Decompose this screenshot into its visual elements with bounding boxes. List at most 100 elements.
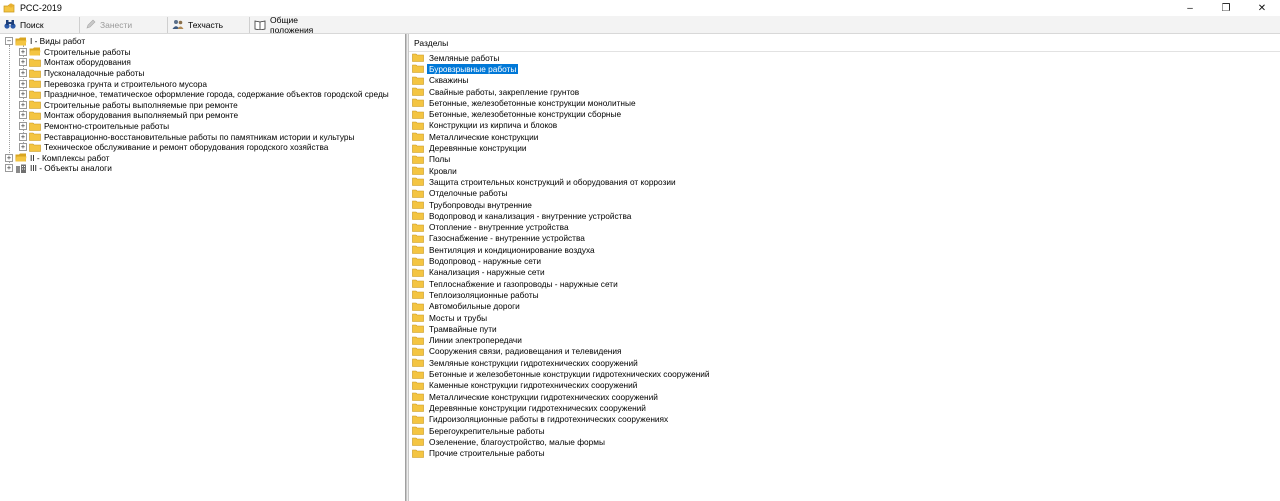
- list-item-label: Бетонные, железобетонные конструкции сбо…: [429, 109, 622, 120]
- list-item-label: Земляные конструкции гидротехнических со…: [429, 357, 638, 368]
- list-item[interactable]: Металлические конструкции гидротехническ…: [412, 391, 660, 402]
- folder-icon: [412, 279, 424, 288]
- expand-toggle[interactable]: +: [19, 122, 27, 131]
- open-folder-icon: [15, 37, 27, 46]
- list-item[interactable]: Канализация - наружные сети: [412, 267, 547, 278]
- list-item[interactable]: Каменные конструкции гидротехнических со…: [412, 380, 639, 391]
- list-item-label: Вентиляция и кондиционирование воздуха: [429, 244, 595, 255]
- expand-toggle[interactable]: +: [19, 143, 27, 152]
- list-item[interactable]: Отопление - внутренние устройства: [412, 222, 571, 233]
- folder-icon: [412, 313, 424, 322]
- open-folder-icon: [29, 47, 41, 56]
- window-title: РСС-2019: [20, 3, 62, 13]
- list-item-label: Деревянные конструкции: [429, 143, 527, 154]
- tree-node-root-types[interactable]: − I - Виды работ: [5, 36, 85, 47]
- folder-icon: [412, 449, 424, 458]
- list-item-label: Линии электропередачи: [429, 335, 522, 346]
- folder-icon: [412, 76, 424, 85]
- list-item[interactable]: Металлические конструкции: [412, 131, 540, 142]
- list-item[interactable]: Вентиляция и кондиционирование воздуха: [412, 244, 597, 255]
- tree-node[interactable]: + Техническое обслуживание и ремонт обор…: [19, 142, 328, 153]
- list-item-label: Водопровод - наружные сети: [429, 256, 541, 267]
- list-item[interactable]: Прочие строительные работы: [412, 448, 547, 459]
- enter-button[interactable]: Занести: [80, 16, 168, 33]
- list-item[interactable]: Водопровод - наружные сети: [412, 255, 543, 266]
- list-item[interactable]: Сооружения связи, радиовещания и телевид…: [412, 346, 624, 357]
- folder-icon: [412, 324, 424, 334]
- list-item[interactable]: Деревянные конструкции: [412, 142, 529, 153]
- list-item[interactable]: Линии электропередачи: [412, 335, 524, 346]
- expand-toggle[interactable]: +: [5, 164, 13, 173]
- tree-pane[interactable]: − I - Виды работ + Строительные работы +…: [0, 34, 406, 501]
- search-button[interactable]: Поиск: [0, 16, 80, 33]
- list-item[interactable]: Земляные работы: [412, 52, 501, 63]
- list-item-label: Сооружения связи, радиовещания и телевид…: [429, 346, 622, 357]
- tree-node-root-complexes[interactable]: + II - Комплексы работ: [5, 153, 109, 164]
- list-item-label: Буровзрывные работы: [427, 63, 519, 74]
- list-item[interactable]: Теплоснабжение и газопроводы - наружные …: [412, 278, 620, 289]
- expand-toggle[interactable]: +: [19, 100, 27, 109]
- list-item[interactable]: Автомобильные дороги: [412, 301, 522, 312]
- list-item[interactable]: Трубопроводы внутренние: [412, 199, 534, 210]
- folder-icon: [412, 200, 424, 209]
- tree-node[interactable]: + Монтаж оборудования выполняемый при ре…: [19, 110, 238, 121]
- list-item[interactable]: Теплоизоляционные работы: [412, 289, 541, 300]
- list-item[interactable]: Защита строительных конструкций и оборуд…: [412, 176, 678, 187]
- minimize-button[interactable]: –: [1172, 0, 1208, 16]
- close-button[interactable]: ✕: [1244, 0, 1280, 16]
- tree-node-root-analogs[interactable]: + III - Объекты аналоги: [5, 163, 112, 174]
- folder-icon: [29, 69, 41, 78]
- expand-toggle[interactable]: +: [19, 79, 27, 88]
- expand-toggle[interactable]: +: [19, 58, 27, 67]
- tree-node[interactable]: + Пусконаладочные работы: [19, 68, 144, 79]
- list-item[interactable]: Трамвайные пути: [412, 323, 499, 334]
- sections-list-pane[interactable]: Разделы Земляные работы Буровзрывные рабо…: [409, 34, 1280, 501]
- folder-icon: [412, 426, 424, 435]
- list-item[interactable]: Водопровод и канализация - внутренние ус…: [412, 210, 633, 221]
- list-item[interactable]: Земляные конструкции гидротехнических со…: [412, 357, 640, 368]
- list-item[interactable]: Гидроизоляционные работы в гидротехничес…: [412, 414, 670, 425]
- list-item[interactable]: Бетонные, железобетонные конструкции мон…: [412, 97, 638, 108]
- list-item[interactable]: Озеленение, благоустройство, малые формы: [412, 436, 607, 447]
- list-item[interactable]: Деревянные конструкции гидротехнических …: [412, 402, 648, 413]
- list-item[interactable]: Газоснабжение - внутренние устройства: [412, 233, 587, 244]
- tree-node[interactable]: + Реставрационно-восстановительные работ…: [19, 131, 355, 142]
- folder-icon: [412, 245, 424, 255]
- general-provisions-button[interactable]: Общие положения: [250, 15, 336, 35]
- list-item[interactable]: Полы: [412, 154, 452, 165]
- list-item[interactable]: Кровли: [412, 165, 459, 176]
- expand-toggle[interactable]: +: [5, 153, 13, 162]
- tree-node[interactable]: + Монтаж оборудования: [19, 57, 131, 68]
- list-item[interactable]: Бетонные, железобетонные конструкции сбо…: [412, 109, 623, 120]
- folder-icon: [412, 234, 424, 243]
- list-item[interactable]: Свайные работы, закрепление грунтов: [412, 86, 581, 97]
- expand-toggle[interactable]: +: [19, 47, 27, 56]
- list-item[interactable]: Берегоукрепительные работы: [412, 425, 547, 436]
- tree-node[interactable]: + Праздничное, тематическое оформление г…: [19, 89, 389, 100]
- list-item[interactable]: Бетонные и железобетонные конструкции ги…: [412, 368, 712, 379]
- binoculars-icon: [4, 19, 16, 31]
- expand-toggle[interactable]: +: [19, 69, 27, 78]
- expand-toggle[interactable]: +: [19, 90, 27, 99]
- tree-node[interactable]: + Строительные работы: [19, 47, 131, 58]
- folder-icon: [412, 98, 424, 108]
- collapse-toggle[interactable]: −: [5, 37, 13, 46]
- list-item[interactable]: Буровзрывные работы: [412, 63, 519, 74]
- tree-label: Пусконаладочные работы: [44, 68, 145, 79]
- tree-node[interactable]: + Перевозка грунта и строительного мусор…: [19, 78, 207, 89]
- list-item[interactable]: Конструкции из кирпича и блоков: [412, 120, 559, 131]
- expand-toggle[interactable]: +: [19, 111, 27, 120]
- list-item[interactable]: Скважины: [412, 75, 470, 86]
- restore-button[interactable]: ❐: [1208, 0, 1244, 16]
- folder-icon: [412, 177, 424, 187]
- tech-part-button[interactable]: Техчасть: [168, 16, 250, 33]
- list-item-label: Газоснабжение - внутренние устройства: [429, 233, 585, 244]
- list-item[interactable]: Мосты и трубы: [412, 312, 489, 323]
- list-item[interactable]: Отделочные работы: [412, 188, 510, 199]
- tree-node[interactable]: + Строительные работы выполняемые при ре…: [19, 100, 238, 111]
- building-icon: [15, 164, 27, 173]
- tree-node[interactable]: + Ремонтно-строительные работы: [19, 121, 169, 132]
- expand-toggle[interactable]: +: [19, 132, 27, 141]
- list-item-label: Каменные конструкции гидротехнических со…: [429, 380, 638, 391]
- list-item-label: Озеленение, благоустройство, малые формы: [429, 436, 605, 447]
